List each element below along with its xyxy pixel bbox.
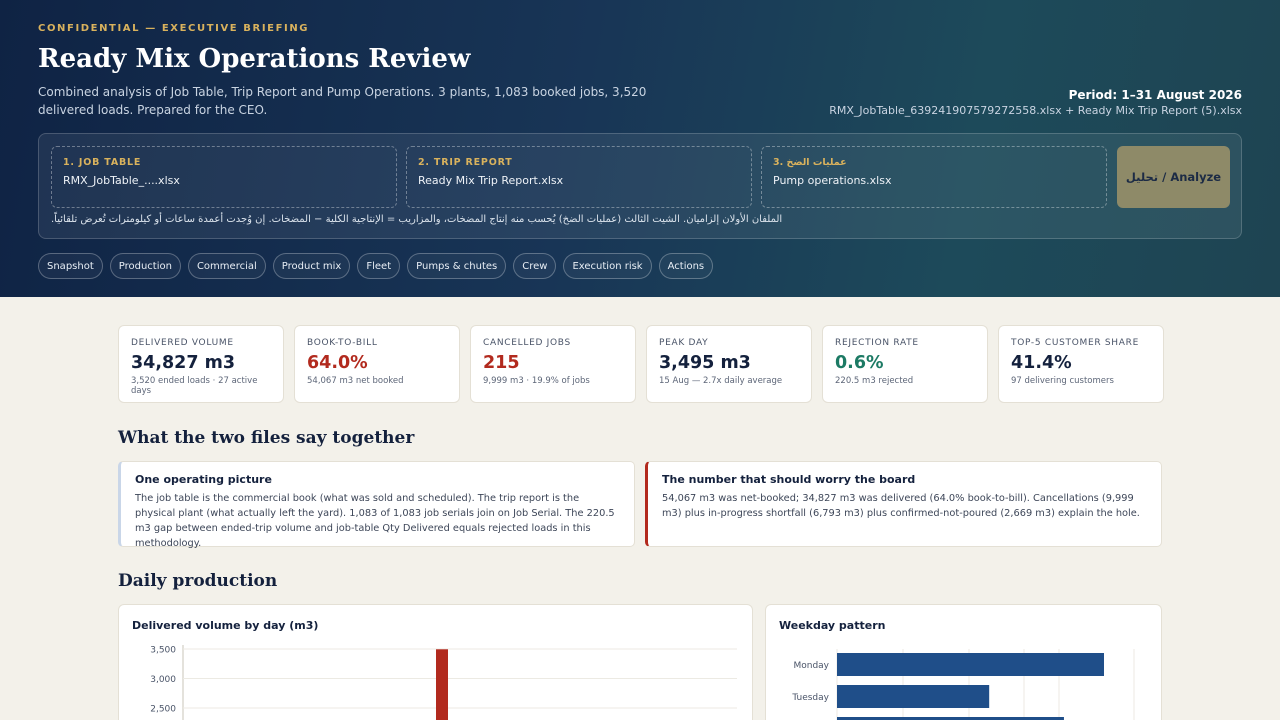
insight-body: The job table is the commercial book (wh… [135,493,615,549]
dropzone-filename: RMX_JobTable_....xlsx [63,174,180,187]
kpi-label: PEAK DAY [659,338,709,348]
category-label: Tuesday [791,693,829,703]
nav-commercial[interactable]: Commercial [187,253,266,279]
kpi-sub: 9,999 m3 · 19.9% of jobs [483,376,590,386]
section-heading-daily: Daily production [118,571,278,591]
kpi-label: BOOK-TO-BILL [307,338,378,348]
kpi-row: DELIVERED VOLUME 34,827 m3 3,520 ended l… [118,325,1164,403]
page-title: Ready Mix Operations Review [38,44,471,74]
kpi-card-peak-day: PEAK DAY 3,495 m3 15 Aug — 2.7x daily av… [646,325,812,403]
source-files-label: RMX_JobTable_639241907579272558.xlsx + R… [829,104,1242,117]
kpi-sub: 97 delivering customers [1011,376,1114,386]
daily-volume-chart: 3,500 3,000 2,500 [150,645,737,720]
kpi-value: 64.0% [307,353,368,373]
dropzone-label: 3. عمليات الضخ [773,157,847,168]
kpi-label: DELIVERED VOLUME [131,338,234,348]
kpi-sub: 15 Aug — 2.7x daily average [659,376,783,386]
hero-header: CONFIDENTIAL — EXECUTIVE BRIEFING Ready … [0,0,1280,297]
nav-production[interactable]: Production [109,253,181,279]
nav-crew[interactable]: Crew [513,253,557,279]
upload-panel: 1. JOB TABLE RMX_JobTable_....xlsx 2. TR… [38,133,1242,239]
kpi-sub: 220.5 m3 rejected [835,376,914,386]
dropzone-label: 1. JOB TABLE [63,157,142,168]
insight-title: The number that should worry the board [662,473,916,486]
kpi-value: 41.4% [1011,353,1072,373]
page-subtitle: Combined analysis of Job Table, Trip Rep… [38,85,647,117]
kpi-value: 215 [483,353,520,373]
kpi-card-rejection-rate: REJECTION RATE 0.6% 220.5 m3 rejected [822,325,988,403]
kpi-value: 34,827 m3 [131,353,236,373]
kpi-card-top5-customer-share: TOP-5 CUSTOMER SHARE 41.4% 97 delivering… [998,325,1164,403]
dropzone-filename: Pump operations.xlsx [773,174,892,187]
kpi-sub: 54,067 m3 net booked [307,376,404,386]
kpi-card-book-to-bill: BOOK-TO-BILL 64.0% 54,067 m3 net booked [294,325,460,403]
kpi-value: 3,495 m3 [659,353,751,373]
confidential-eyebrow: CONFIDENTIAL — EXECUTIVE BRIEFING [38,23,310,34]
nav-execution-risk[interactable]: Execution risk [563,253,652,279]
analyze-button[interactable]: تحليل / Analyze [1117,146,1230,208]
insight-body: 54,067 m3 was net-booked; 34,827 m3 was … [662,493,1140,519]
kpi-card-delivered-volume: DELIVERED VOLUME 34,827 m3 3,520 ended l… [118,325,284,403]
section-nav: Snapshot Production Commercial Product m… [38,253,714,279]
period-label: Period: 1–31 August 2026 [1068,88,1242,102]
insight-card-operating-picture: One operating picture The job table is t… [118,461,635,549]
dropzone-filename: Ready Mix Trip Report.xlsx [418,174,564,187]
category-label: Monday [793,661,829,671]
kpi-label: CANCELLED JOBS [483,338,571,348]
kpi-value: 0.6% [835,353,884,373]
insights-row: One operating picture The job table is t… [118,461,1162,549]
job-table-dropzone[interactable]: 1. JOB TABLE RMX_JobTable_....xlsx [51,146,397,208]
weekday-pattern-chart: Monday Tuesday [791,649,1135,720]
y-tick-label: 2,500 [150,705,176,715]
trip-report-dropzone[interactable]: 2. TRIP REPORT Ready Mix Trip Report.xls… [406,146,752,208]
pump-operations-dropzone[interactable]: 3. عمليات الضخ Pump operations.xlsx [761,146,1107,208]
kpi-sub: 3,520 ended loads · 27 active days [131,376,258,396]
dropzone-label: 2. TRIP REPORT [418,157,513,168]
bar-monday [837,653,1104,676]
bar-peak-day [436,649,448,720]
y-tick-label: 3,000 [150,675,176,685]
nav-product-mix[interactable]: Product mix [272,253,351,279]
kpi-card-cancelled-jobs: CANCELLED JOBS 215 9,999 m3 · 19.9% of j… [470,325,636,403]
daily-volume-chart-card: Delivered volume by day (m3) 3,500 3,000 2… [118,604,753,720]
insight-title: One operating picture [135,473,272,486]
weekday-chart-card: Weekday pattern Monday Tuesday [765,604,1162,720]
nav-actions[interactable]: Actions [658,253,714,279]
bar-tuesday [837,685,990,708]
nav-pumps-chutes[interactable]: Pumps & chutes [407,253,507,279]
y-tick-label: 3,500 [150,646,176,656]
nav-snapshot[interactable]: Snapshot [38,253,103,279]
kpi-label: TOP-5 CUSTOMER SHARE [1011,338,1139,348]
kpi-label: REJECTION RATE [835,338,919,348]
section-heading-together: What the two files say together [118,428,415,448]
upload-note: الملفان الأولان إلزاميان. الشيت الثالث (… [51,214,783,225]
insight-card-board-worry: The number that should worry the board 5… [645,461,1162,547]
nav-fleet[interactable]: Fleet [357,253,401,279]
